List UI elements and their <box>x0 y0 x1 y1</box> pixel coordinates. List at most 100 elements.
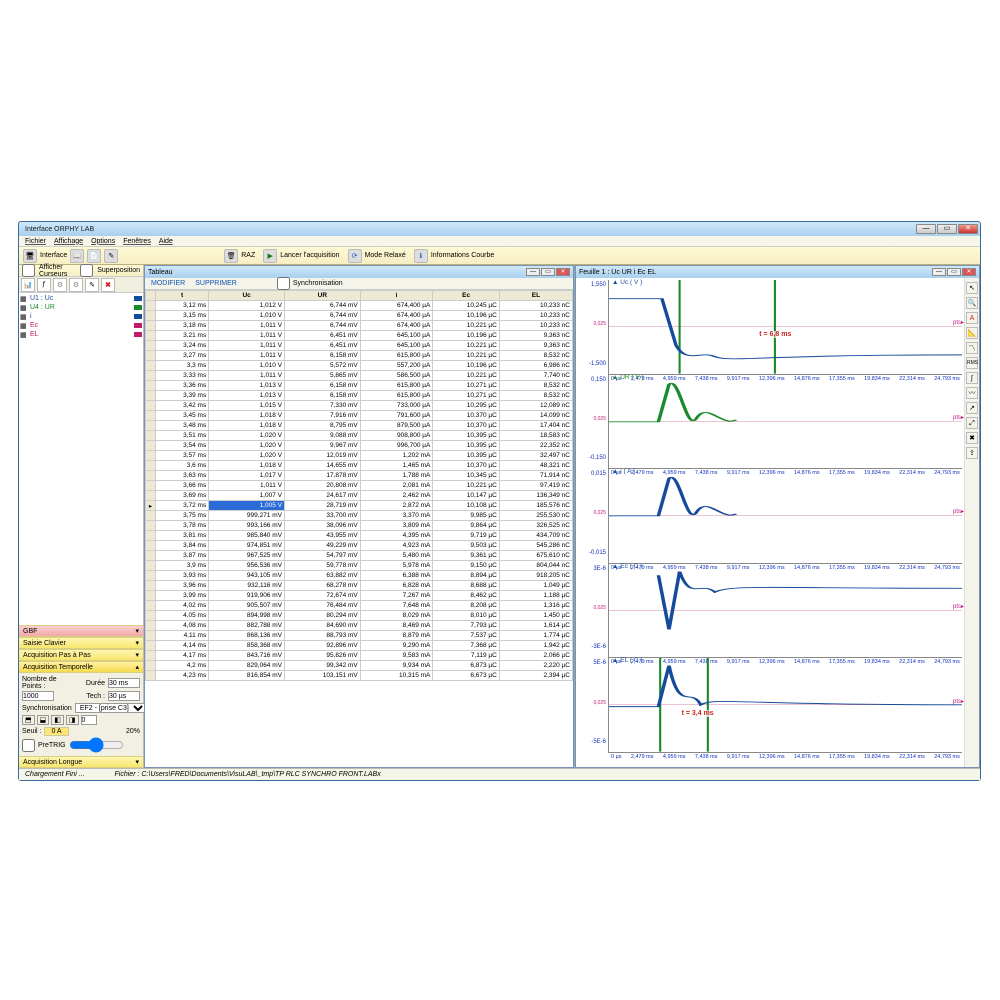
slope-tool-icon[interactable]: ↗ <box>966 402 978 414</box>
table-row[interactable]: 4,05 ms894,998 mV80,294 mV8,029 mA8,010 … <box>146 611 573 621</box>
table-row[interactable]: 3,24 ms1,011 V6,451 mV645,100 µA10,221 µ… <box>146 341 573 351</box>
tech-input[interactable] <box>108 691 140 701</box>
sync-edge2-icon[interactable]: ⬓ <box>37 715 50 725</box>
table-row[interactable]: 4,2 ms829,064 mV99,342 mV9,934 mA6,873 µ… <box>146 661 573 671</box>
fit-tool-icon[interactable]: 〰 <box>966 387 978 399</box>
sync-edge4-icon[interactable]: ◨ <box>66 715 79 725</box>
menu-affichage[interactable]: Affichage <box>54 238 83 245</box>
feuille-close-button[interactable]: ✕ <box>962 268 976 276</box>
duree-input[interactable] <box>108 678 140 688</box>
chart-area[interactable]: 1,5500,025-1,500 ▲ Uc ( V ) t = 6,8 ms p… <box>576 278 964 767</box>
titlebar[interactable]: Interface ORPHY LAB — ▭ ✕ <box>19 222 980 236</box>
var-row[interactable]: ▦U4 : UR <box>20 303 142 312</box>
sync-select[interactable]: EF2 - [prise C3] <box>75 703 147 713</box>
var-row[interactable]: ▦Ec <box>20 321 142 330</box>
mode-icon[interactable]: ⟳ <box>348 249 362 263</box>
table-header[interactable]: Uc <box>209 291 285 301</box>
measure-tool-icon[interactable]: 📐 <box>966 327 978 339</box>
table-row[interactable]: 3,36 ms1,013 V6,158 mV615,800 µA10,271 µ… <box>146 381 573 391</box>
table-row[interactable]: 3,51 ms1,020 V9,088 mV908,800 µA10,395 µ… <box>146 431 573 441</box>
var-gear2-icon[interactable]: ⚙ <box>69 278 83 292</box>
chart-panel[interactable]: ▲ UR ( V ) pts▸ 0 µs2,479 ms4,959 ms7,43… <box>608 375 962 470</box>
raz-label[interactable]: RAZ <box>241 252 255 259</box>
var-delete-icon[interactable]: ✖ <box>101 278 115 292</box>
sync-value-input[interactable] <box>81 715 97 725</box>
peak-tool-icon[interactable]: 〽 <box>966 342 978 354</box>
table-row[interactable]: 3,18 ms1,011 V6,744 mV674,400 µA10,221 µ… <box>146 321 573 331</box>
export-tool-icon[interactable]: ⇪ <box>966 447 978 459</box>
integral-tool-icon[interactable]: ∫ <box>966 372 978 384</box>
pretrig-checkbox[interactable] <box>22 739 35 752</box>
mode-label[interactable]: Mode Relaxé <box>365 252 406 259</box>
tool-icon[interactable]: ✎ <box>104 249 118 263</box>
npoints-input[interactable] <box>22 691 54 701</box>
table-header[interactable]: t <box>156 291 209 301</box>
table-row[interactable]: 4,02 ms905,507 mV76,484 mV7,648 mA8,208 … <box>146 601 573 611</box>
table-row[interactable]: 3,78 ms993,166 mV38,096 mV3,809 mA9,864 … <box>146 521 573 531</box>
table-row[interactable]: 4,11 ms868,136 mV88,793 mV8,879 mA7,537 … <box>146 631 573 641</box>
table-header[interactable]: UR <box>284 291 360 301</box>
interface-icon[interactable]: 🖥 <box>23 249 37 263</box>
acc-longue[interactable]: Acquisition Longue▾ <box>19 756 143 768</box>
chart-panel[interactable]: ▲ EL ( C ) t = 3,4 ms pts▸ 0 µs2,479 ms4… <box>608 658 962 753</box>
table-row[interactable]: 3,69 ms1,007 V24,617 mV2,462 mA10,147 µC… <box>146 491 573 501</box>
table-header[interactable]: i <box>360 291 433 301</box>
text-tool-icon[interactable]: A <box>966 312 978 324</box>
table-row[interactable]: 4,17 ms843,716 mV95,826 mV9,583 mA7,119 … <box>146 651 573 661</box>
table-row[interactable]: 3,48 ms1,018 V8,795 mV879,500 µA10,370 µ… <box>146 421 573 431</box>
tableau-max-button[interactable]: ▭ <box>541 268 555 276</box>
table-row[interactable]: 3,81 ms985,840 mV43,955 mV4,395 mA9,719 … <box>146 531 573 541</box>
table-row[interactable]: ▸3,72 ms1,005 V28,719 mV2,872 mA10,108 µ… <box>146 501 573 511</box>
acc-gbf[interactable]: GBF▾ <box>19 625 143 637</box>
modifier-button[interactable]: MODIFIER <box>151 280 185 287</box>
table-row[interactable]: 4,08 ms882,788 mV84,690 mV8,469 mA7,793 … <box>146 621 573 631</box>
feuille-min-button[interactable]: — <box>932 268 946 276</box>
table-row[interactable]: 3,99 ms919,906 mV72,674 mV7,267 mA8,462 … <box>146 591 573 601</box>
menu-fichier[interactable]: Fichier <box>25 238 46 245</box>
table-row[interactable]: 3,54 ms1,020 V9,967 mV996,700 µA10,395 µ… <box>146 441 573 451</box>
table-row[interactable]: 3,75 ms999,271 mV33,700 mV3,370 mA9,985 … <box>146 511 573 521</box>
var-add-icon[interactable]: 📊 <box>21 278 35 292</box>
table-row[interactable]: 3,33 ms1,011 V5,865 mV586,500 µA10,221 µ… <box>146 371 573 381</box>
table-row[interactable]: 3,93 ms943,105 mV63,882 mV6,388 mA8,894 … <box>146 571 573 581</box>
rms-tool-icon[interactable]: RMS <box>966 357 978 369</box>
table-header[interactable]: EL <box>499 291 572 301</box>
sync-edge1-icon[interactable]: ⬒ <box>22 715 35 725</box>
table-row[interactable]: 4,23 ms816,854 mV103,151 mV10,315 mA6,67… <box>146 671 573 681</box>
lancer-label[interactable]: Lancer l'acquisition <box>280 252 339 259</box>
maximize-button[interactable]: ▭ <box>937 224 957 234</box>
table-row[interactable]: 3,15 ms1,010 V6,744 mV674,400 µA10,196 µ… <box>146 311 573 321</box>
table-row[interactable]: 3,9 ms956,536 mV59,778 mV5,978 mA9,150 µ… <box>146 561 573 571</box>
clear-tool-icon[interactable]: ✖ <box>966 432 978 444</box>
raz-icon[interactable]: 🗑 <box>224 249 238 263</box>
var-edit-icon[interactable]: ✎ <box>85 278 99 292</box>
var-fx-icon[interactable]: ƒ <box>37 278 51 292</box>
feuille-max-button[interactable]: ▭ <box>947 268 961 276</box>
info-label[interactable]: Informations Courbe <box>431 252 494 259</box>
cursor-tool-icon[interactable]: ↖ <box>966 282 978 294</box>
acc-saisie[interactable]: Saisie Clavier▾ <box>19 637 143 649</box>
chart-panel[interactable]: ▲ Uc ( V ) t = 6,8 ms pts▸ 0 µs2,479 ms4… <box>608 280 962 375</box>
play-icon[interactable]: ▶ <box>263 249 277 263</box>
menu-options[interactable]: Options <box>91 238 115 245</box>
table-header[interactable]: Ec <box>433 291 499 301</box>
sync-edge3-icon[interactable]: ◧ <box>51 715 64 725</box>
acc-pas[interactable]: Acquisition Pas à Pas▾ <box>19 649 143 661</box>
table-row[interactable]: 4,14 ms858,368 mV92,896 mV9,290 mA7,368 … <box>146 641 573 651</box>
table-row[interactable]: 3,45 ms1,018 V7,916 mV791,600 µA10,370 µ… <box>146 411 573 421</box>
menu-fenetres[interactable]: Fenêtres <box>123 238 151 245</box>
table-sync-checkbox[interactable] <box>277 277 290 290</box>
menu-aide[interactable]: Aide <box>159 238 173 245</box>
table-row[interactable]: 3,3 ms1,010 V5,572 mV557,200 µA10,196 µC… <box>146 361 573 371</box>
chart-panel[interactable]: ▲ i ( A ) pts▸ 0 µs2,479 ms4,959 ms7,438… <box>608 469 962 564</box>
tableau-min-button[interactable]: — <box>526 268 540 276</box>
table-row[interactable]: 3,21 ms1,011 V6,451 mV645,100 µA10,196 µ… <box>146 331 573 341</box>
supprimer-button[interactable]: SUPPRIMER <box>195 280 237 287</box>
table-row[interactable]: 3,63 ms1,017 V17,878 mV1,788 mA10,345 µC… <box>146 471 573 481</box>
pretrig-slider[interactable] <box>69 737 124 753</box>
tableau-close-button[interactable]: ✕ <box>556 268 570 276</box>
var-gear-icon[interactable]: ⚙ <box>53 278 67 292</box>
var-row[interactable]: ▦EL <box>20 330 142 339</box>
table-row[interactable]: 3,39 ms1,013 V6,158 mV615,800 µA10,271 µ… <box>146 391 573 401</box>
table-row[interactable]: 3,57 ms1,020 V12,019 mV1,202 mA10,395 µC… <box>146 451 573 461</box>
